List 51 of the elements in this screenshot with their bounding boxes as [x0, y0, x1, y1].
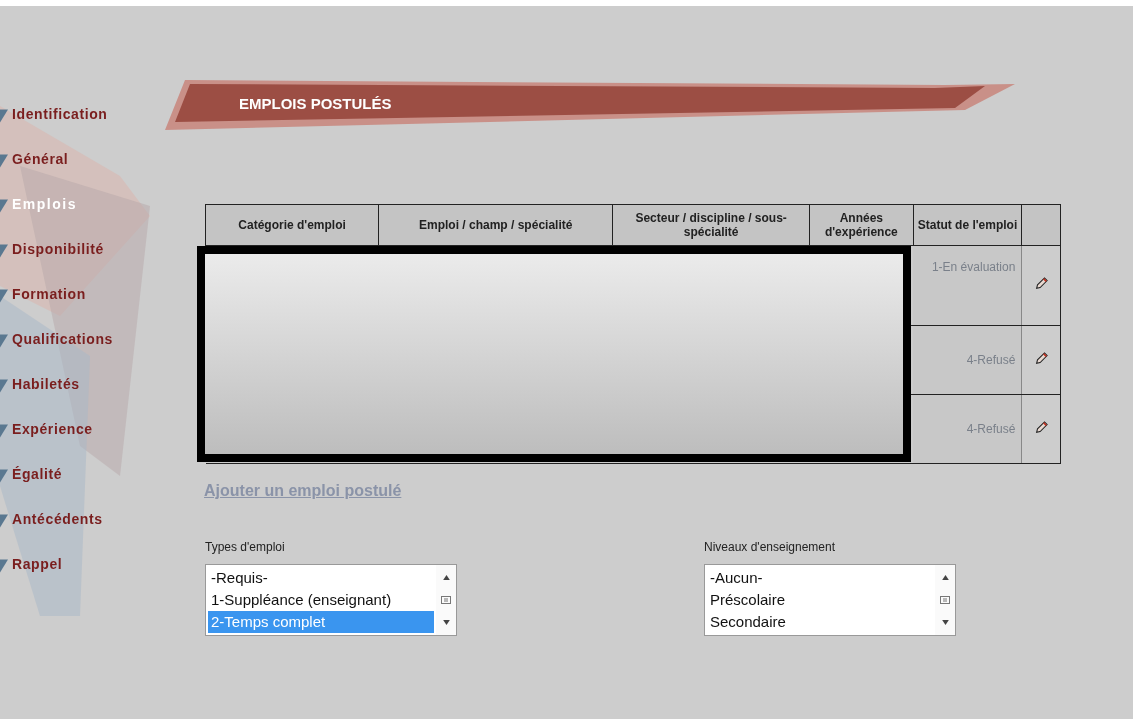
list-box[interactable]: -Aucun- Préscolaire Secondaire	[704, 564, 956, 636]
sidebar-item[interactable]: Disponibilité	[0, 241, 104, 261]
triangle-icon	[0, 334, 8, 348]
triangle-icon	[0, 379, 8, 393]
sidebar-item[interactable]: Égalité	[0, 466, 63, 486]
pencil-icon[interactable]	[1034, 277, 1049, 291]
pencil-icon[interactable]	[1034, 420, 1049, 435]
list-option[interactable]: Secondaire	[707, 611, 933, 633]
sidebar-item[interactable]: Antécédents	[0, 511, 103, 531]
triangle-icon	[0, 109, 8, 123]
sidebar-item[interactable]: Identification	[0, 106, 108, 126]
triangle-icon	[0, 199, 8, 213]
scroll-up-icon[interactable]	[941, 575, 949, 580]
list-box[interactable]: -Requis- 1-Suppléance (enseignant) 2-Temps complet	[205, 564, 457, 636]
sidebar-item[interactable]: Formation	[0, 286, 86, 306]
triangle-icon	[0, 289, 8, 303]
scroll-down-icon[interactable]	[442, 620, 450, 625]
triangle-icon	[0, 469, 8, 483]
column-header: Secteur / discipline / sous-spécialité	[612, 204, 810, 246]
scroll-up-icon[interactable]	[442, 575, 450, 580]
table-cell: 4-Refusé	[913, 394, 1022, 464]
scroll-down-icon[interactable]	[941, 620, 949, 625]
list-option[interactable]: 1-Suppléance (enseignant)	[208, 589, 434, 611]
table-cell: 1-En évaluation	[913, 245, 1022, 326]
triangle-icon	[0, 244, 8, 258]
triangle-icon	[0, 154, 8, 168]
list-option[interactable]: -Aucun-	[707, 567, 933, 589]
grip-icon[interactable]	[940, 596, 950, 604]
column-header: Années d'expérience	[809, 204, 914, 246]
sidebar-item[interactable]: Qualifications	[0, 331, 113, 351]
table-cell: 4-Refusé	[913, 325, 1022, 395]
list-option[interactable]: -Requis-	[208, 567, 434, 589]
sidebar-item[interactable]: Rappel	[0, 556, 63, 576]
grip-icon[interactable]	[441, 596, 451, 604]
triangle-icon	[0, 424, 8, 438]
section-title: EMPLOIS POSTULÉS	[239, 94, 392, 112]
sidebar-item[interactable]: Expérience	[0, 421, 93, 441]
column-header: Statut de l'emploi	[913, 204, 1022, 246]
scrollbar[interactable]	[935, 565, 955, 635]
list-option[interactable]: 2-Temps complet	[208, 611, 434, 633]
list-label: Niveaux d'enseignement	[704, 540, 837, 554]
list-option[interactable]: Préscolaire	[707, 589, 933, 611]
triangle-icon	[0, 559, 8, 573]
scrollbar[interactable]	[436, 565, 456, 635]
column-header: Emploi / champ / spécialité	[378, 204, 613, 246]
pencil-icon[interactable]	[1034, 351, 1049, 366]
sidebar-item[interactable]: Général	[0, 151, 69, 171]
sidebar-item[interactable]: Habiletés	[0, 376, 80, 396]
column-header: Catégorie d'emploi	[205, 204, 379, 246]
triangle-icon	[0, 514, 8, 528]
list-label: Types d'emploi	[205, 540, 286, 554]
